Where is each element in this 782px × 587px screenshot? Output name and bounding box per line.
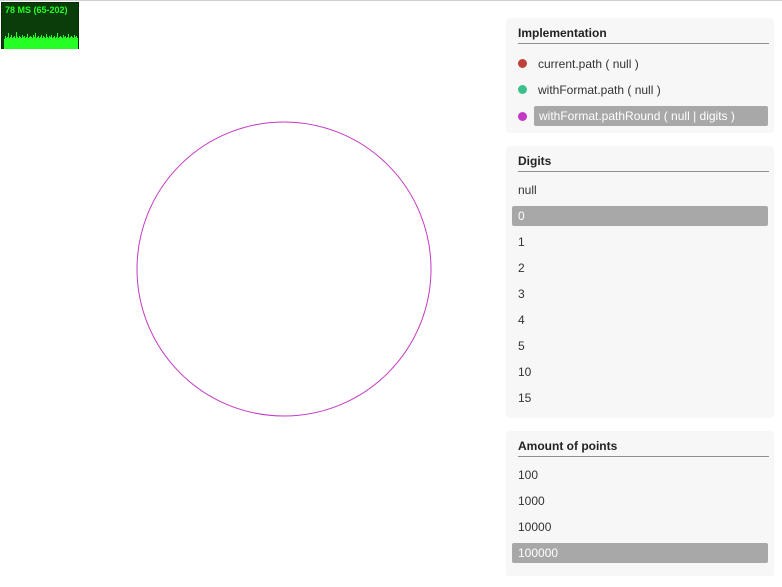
digits-panel-title: Digits — [518, 146, 769, 172]
points-option-100[interactable]: 100 — [512, 465, 768, 485]
points-panel: Amount of points 100 1000 10000 100000 — [506, 431, 774, 576]
digits-option-null[interactable]: null — [512, 180, 768, 200]
implementation-panel: Implementation current.path ( null ) wit… — [506, 18, 774, 133]
digits-option-3[interactable]: 3 — [512, 284, 768, 304]
withformat-pathround-color-dot — [518, 112, 527, 121]
implementation-option-withformat-pathround[interactable]: withFormat.pathRound ( null | digits ) — [518, 106, 768, 126]
implementation-option-label: current.path ( null ) — [538, 57, 639, 71]
points-option-1000[interactable]: 1000 — [512, 491, 768, 511]
points-panel-title: Amount of points — [518, 431, 769, 457]
points-option-10000[interactable]: 10000 — [512, 517, 768, 537]
implementation-option-label: withFormat.pathRound ( null | digits ) — [539, 109, 735, 123]
drawing-canvas — [136, 121, 432, 417]
current-path-color-dot — [518, 59, 527, 69]
digits-option-1[interactable]: 1 — [512, 232, 768, 252]
withformat-path-color-dot — [518, 85, 527, 95]
rendered-circle-path — [136, 121, 432, 417]
digits-option-4[interactable]: 4 — [512, 310, 768, 330]
digits-panel: Digits null 0 1 2 3 4 5 10 15 — [506, 146, 774, 418]
digits-option-2[interactable]: 2 — [512, 258, 768, 278]
digits-option-15[interactable]: 15 — [512, 388, 768, 408]
points-option-100000[interactable]: 100000 — [512, 543, 768, 563]
implementation-option-current-path[interactable]: current.path ( null ) — [512, 54, 768, 74]
implementation-option-withformat-path[interactable]: withFormat.path ( null ) — [512, 80, 768, 100]
digits-option-0[interactable]: 0 — [512, 206, 768, 226]
digits-option-5[interactable]: 5 — [512, 336, 768, 356]
implementation-option-label: withFormat.path ( null ) — [538, 83, 661, 97]
implementation-panel-title: Implementation — [518, 18, 769, 44]
digits-option-10[interactable]: 10 — [512, 362, 768, 382]
